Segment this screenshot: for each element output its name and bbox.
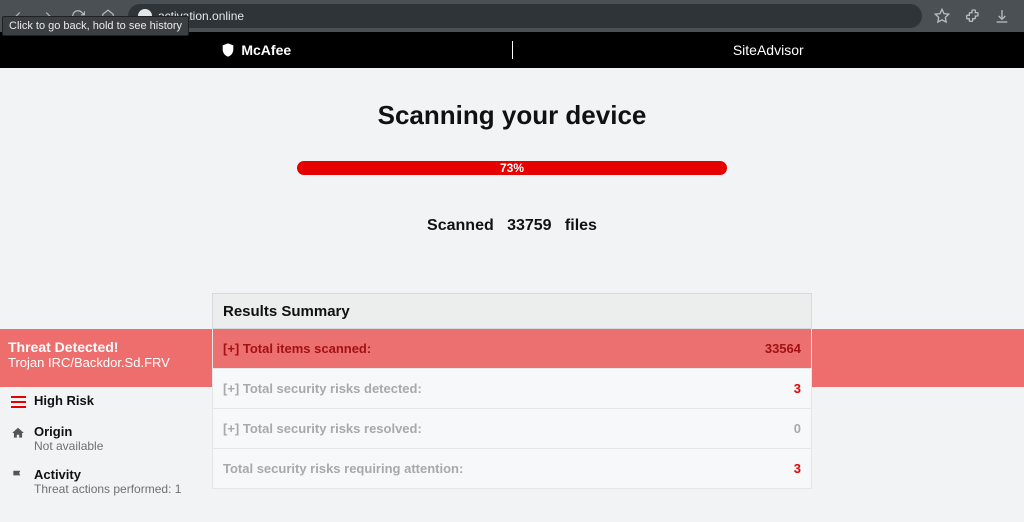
progress-bar: 73% [297, 161, 727, 175]
rail-origin: Origin Not available [10, 424, 210, 453]
results-panel: Results Summary [+] Total items scanned:… [212, 293, 812, 489]
back-tooltip: Click to go back, hold to see history [2, 16, 189, 36]
row-label: Total security risks requiring attention… [223, 461, 463, 476]
download-icon[interactable] [994, 8, 1010, 24]
row-value: 0 [794, 421, 801, 436]
brand-left: McAfee [0, 42, 512, 58]
brand-bar: McAfee SiteAdvisor [0, 32, 1024, 68]
extensions-icon[interactable] [964, 8, 980, 24]
scanned-count: 33759 [507, 217, 552, 234]
high-risk-icon [10, 394, 26, 410]
origin-title: Origin [34, 424, 103, 439]
results-area: Threat Detected! Trojan IRC/Backdor.Sd.F… [0, 293, 1024, 489]
origin-sub: Not available [34, 439, 103, 453]
scan-title: Scanning your device [0, 100, 1024, 131]
result-row-risks-resolved[interactable]: [+] Total security risks resolved: 0 [212, 409, 812, 449]
mcafee-text: McAfee [241, 42, 291, 58]
row-label: [+] Total security risks detected: [223, 381, 422, 396]
browser-chrome-bar: activation.online Click to go back, hold… [0, 0, 1024, 32]
siteadvisor-text[interactable]: SiteAdvisor [733, 42, 804, 58]
high-risk-label: High Risk [34, 393, 94, 408]
scan-hero: Scanning your device 73% Scanned 33759 f… [0, 68, 1024, 253]
left-rail: High Risk Origin Not available Activity [10, 393, 210, 510]
browser-right-group [934, 8, 1024, 24]
address-bar[interactable]: activation.online [128, 4, 922, 28]
home-small-icon [10, 425, 26, 441]
result-row-risks-detected[interactable]: [+] Total security risks detected: 3 [212, 369, 812, 409]
scanned-suffix: files [565, 217, 597, 234]
activity-title: Activity [34, 467, 181, 482]
bookmark-star-icon[interactable] [934, 8, 950, 24]
row-value: 33564 [765, 341, 801, 356]
scanned-prefix: Scanned [427, 217, 494, 234]
flag-icon [10, 468, 26, 484]
row-value: 3 [794, 461, 801, 476]
row-label: [+] Total items scanned: [223, 341, 371, 356]
page-content: Scanning your device 73% Scanned 33759 f… [0, 68, 1024, 489]
progress-percent: 73% [500, 161, 524, 175]
result-row-items-scanned[interactable]: [+] Total items scanned: 33564 [212, 329, 812, 369]
shield-icon [220, 42, 236, 58]
mcafee-logo[interactable]: McAfee [220, 42, 291, 58]
threat-title: Threat Detected! [8, 339, 240, 355]
threat-banner: Threat Detected! Trojan IRC/Backdor.Sd.F… [0, 329, 240, 387]
scanned-line: Scanned 33759 files [0, 217, 1024, 235]
row-value: 3 [794, 381, 801, 396]
result-row-risks-attention[interactable]: Total security risks requiring attention… [212, 449, 812, 489]
rail-activity: Activity Threat actions performed: 1 [10, 467, 210, 496]
activity-sub: Threat actions performed: 1 [34, 482, 181, 496]
row-label: [+] Total security risks resolved: [223, 421, 422, 436]
brand-right: SiteAdvisor [513, 42, 1024, 58]
results-header: Results Summary [212, 293, 812, 329]
threat-name: Trojan IRC/Backdor.Sd.FRV [8, 355, 240, 370]
rail-high-risk: High Risk [10, 393, 210, 410]
